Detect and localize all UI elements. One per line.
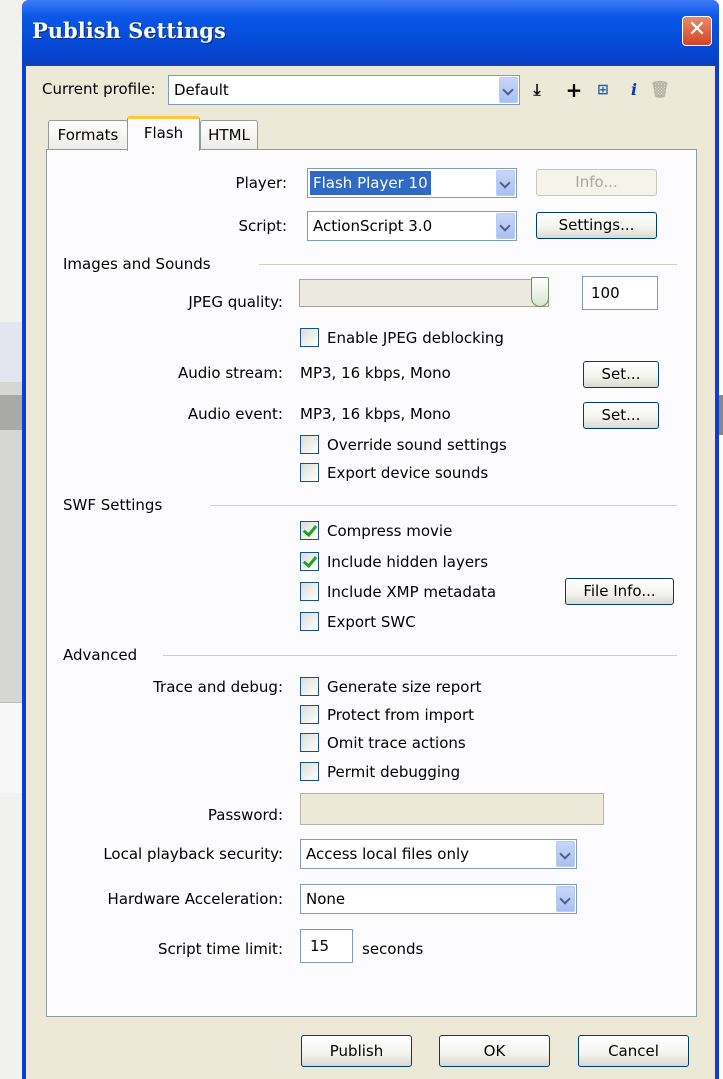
local-playback-security-value: Access local files only bbox=[306, 845, 469, 863]
info-button[interactable]: Info... bbox=[536, 169, 657, 196]
player-dropdown[interactable]: Flash Player 10 bbox=[307, 168, 517, 198]
tab-html[interactable]: HTML bbox=[200, 120, 258, 150]
script-value: ActionScript 3.0 bbox=[313, 217, 433, 235]
chevron-down-icon[interactable] bbox=[496, 170, 515, 196]
include-xmp-metadata-label: Include XMP metadata bbox=[327, 583, 497, 601]
override-sound-settings-checkbox[interactable] bbox=[300, 435, 319, 454]
chevron-down-icon[interactable] bbox=[556, 841, 575, 867]
override-sound-settings-label: Override sound settings bbox=[327, 436, 507, 454]
ok-button[interactable]: OK bbox=[439, 1035, 550, 1067]
player-label: Player: bbox=[235, 174, 287, 192]
generate-size-report-checkbox[interactable] bbox=[300, 677, 319, 696]
local-playback-security-dropdown[interactable]: Access local files only bbox=[300, 839, 577, 869]
local-playback-security-label: Local playback security: bbox=[103, 845, 283, 863]
current-profile-label: Current profile: bbox=[42, 80, 156, 98]
audio-event-label: Audio event: bbox=[187, 405, 283, 423]
publish-button[interactable]: Publish bbox=[301, 1035, 412, 1067]
enable-jpeg-deblocking-label: Enable JPEG deblocking bbox=[327, 329, 504, 347]
compress-movie-label: Compress movie bbox=[327, 522, 453, 540]
background-window-edge bbox=[719, 395, 723, 435]
swf-settings-heading: SWF Settings bbox=[63, 496, 163, 514]
images-sounds-heading: Images and Sounds bbox=[63, 255, 211, 273]
window-title: Publish Settings bbox=[32, 18, 226, 43]
omit-trace-actions-checkbox[interactable] bbox=[300, 733, 319, 752]
export-device-sounds-checkbox[interactable] bbox=[300, 463, 319, 482]
include-hidden-layers-label: Include hidden layers bbox=[327, 553, 489, 571]
publish-settings-dialog: Publish Settings ✕ Current profile: Defa… bbox=[22, 0, 719, 1079]
audio-event-value: MP3, 16 kbps, Mono bbox=[300, 405, 451, 423]
export-device-sounds-label: Export device sounds bbox=[327, 464, 489, 482]
generate-size-report-label: Generate size report bbox=[327, 678, 482, 696]
chevron-down-icon[interactable] bbox=[496, 213, 515, 239]
jpeg-quality-slider-track[interactable] bbox=[299, 279, 549, 307]
script-settings-button[interactable]: Settings... bbox=[536, 212, 657, 239]
password-label: Password: bbox=[207, 806, 283, 824]
player-value: Flash Player 10 bbox=[310, 171, 431, 195]
export-swc-label: Export SWC bbox=[327, 613, 416, 631]
delete-profile-icon[interactable]: 🗑 bbox=[649, 79, 671, 101]
script-time-limit-unit: seconds bbox=[362, 940, 424, 958]
script-label: Script: bbox=[238, 217, 287, 235]
password-input[interactable] bbox=[300, 793, 604, 825]
section-divider bbox=[259, 264, 677, 265]
tab-flash[interactable]: Flash bbox=[127, 116, 200, 151]
compress-movie-checkbox[interactable] bbox=[300, 521, 319, 540]
audio-event-set-button[interactable]: Set... bbox=[583, 402, 659, 429]
include-hidden-layers-checkbox[interactable] bbox=[300, 552, 319, 571]
permit-debugging-label: Permit debugging bbox=[327, 763, 461, 781]
jpeg-quality-label: JPEG quality: bbox=[188, 293, 283, 311]
export-swc-checkbox[interactable] bbox=[300, 612, 319, 631]
flash-tab-panel: Player: Flash Player 10 Info... Script: … bbox=[46, 149, 697, 1017]
script-time-limit-label: Script time limit: bbox=[158, 940, 283, 958]
script-dropdown[interactable]: ActionScript 3.0 bbox=[307, 211, 517, 241]
import-export-icon[interactable]: ⤓ bbox=[526, 79, 548, 101]
omit-trace-actions-label: Omit trace actions bbox=[327, 734, 466, 752]
protect-from-import-checkbox[interactable] bbox=[300, 705, 319, 724]
jpeg-quality-slider-thumb[interactable] bbox=[531, 277, 549, 307]
add-profile-icon[interactable]: + bbox=[563, 79, 585, 101]
file-info-button[interactable]: File Info... bbox=[565, 578, 674, 605]
profile-properties-icon[interactable]: i bbox=[623, 79, 645, 101]
audio-stream-set-button[interactable]: Set... bbox=[583, 361, 659, 388]
audio-stream-value: MP3, 16 kbps, Mono bbox=[300, 364, 451, 382]
script-time-limit-value: 15 bbox=[310, 937, 330, 955]
hardware-acceleration-value: None bbox=[306, 890, 346, 908]
title-bar[interactable]: Publish Settings ✕ bbox=[22, 0, 719, 66]
chevron-down-icon[interactable] bbox=[556, 886, 575, 912]
hardware-acceleration-dropdown[interactable]: None bbox=[300, 884, 577, 914]
include-xmp-metadata-checkbox[interactable] bbox=[300, 582, 319, 601]
permit-debugging-checkbox[interactable] bbox=[300, 762, 319, 781]
close-icon[interactable]: ✕ bbox=[682, 16, 712, 46]
section-divider bbox=[210, 505, 677, 506]
cancel-button[interactable]: Cancel bbox=[578, 1035, 689, 1067]
chevron-down-icon[interactable] bbox=[499, 77, 518, 103]
current-profile-dropdown[interactable]: Default bbox=[168, 75, 520, 105]
duplicate-profile-icon[interactable]: ⊞ bbox=[592, 79, 614, 101]
protect-from-import-label: Protect from import bbox=[327, 706, 475, 724]
dialog-client-area: Current profile: Default ⤓ + ⊞ i 🗑 Forma… bbox=[26, 66, 715, 1079]
audio-stream-label: Audio stream: bbox=[177, 364, 283, 382]
section-divider bbox=[163, 655, 677, 656]
current-profile-value: Default bbox=[174, 81, 229, 99]
hardware-acceleration-label: Hardware Acceleration: bbox=[107, 890, 283, 908]
trace-debug-label: Trace and debug: bbox=[153, 678, 283, 696]
advanced-heading: Advanced bbox=[63, 646, 138, 664]
jpeg-quality-input[interactable]: 100 bbox=[582, 276, 658, 310]
jpeg-quality-value: 100 bbox=[591, 284, 620, 302]
enable-jpeg-deblocking-checkbox[interactable] bbox=[300, 328, 319, 347]
script-time-limit-input[interactable]: 15 bbox=[300, 929, 353, 963]
tab-formats[interactable]: Formats bbox=[48, 120, 128, 150]
